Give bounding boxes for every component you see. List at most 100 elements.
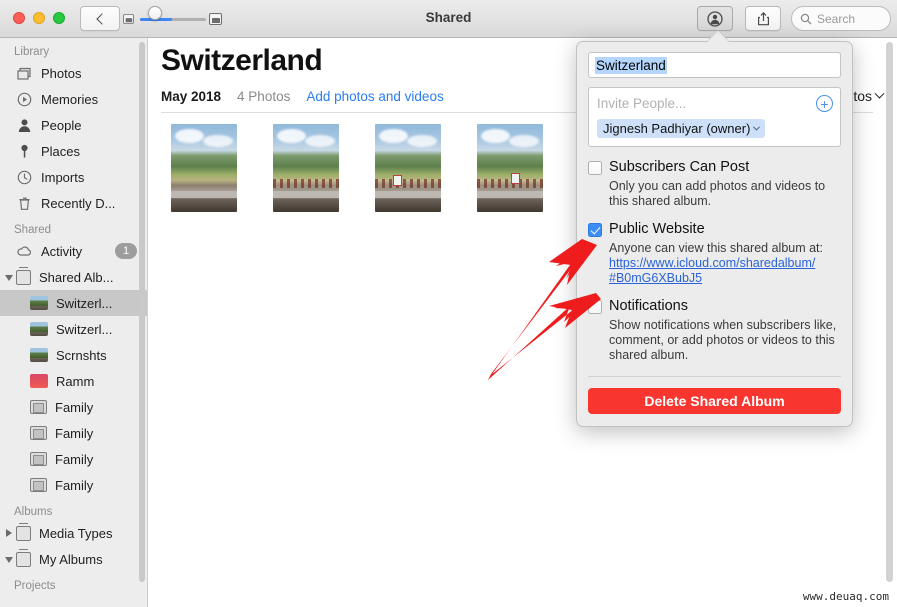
- sidebar-scrollbar[interactable]: [139, 42, 145, 582]
- subscribers-can-post-row[interactable]: Subscribers Can Post: [588, 159, 841, 176]
- cloud-shape: [480, 129, 510, 144]
- sidebar-item-label: Places: [41, 143, 81, 159]
- notifications-checkbox[interactable]: [588, 300, 602, 314]
- photo-thumbnail[interactable]: [273, 124, 339, 212]
- sidebar-section-projects: Projects: [14, 580, 56, 592]
- sidebar: Library Photos Memories People Places Im…: [0, 38, 148, 607]
- sidebar-item-label: Family: [55, 425, 94, 441]
- clock-icon: [16, 169, 33, 186]
- sidebar-item-family-2[interactable]: Family: [0, 420, 147, 446]
- sidebar-item-family-4[interactable]: Family: [0, 472, 147, 498]
- disclosure-triangle-icon[interactable]: [5, 275, 13, 281]
- invite-placeholder: Invite People...: [597, 96, 687, 111]
- search-field[interactable]: Search: [791, 6, 891, 31]
- delete-shared-album-button[interactable]: Delete Shared Album: [588, 388, 841, 414]
- sidebar-section-shared: Shared: [14, 224, 52, 236]
- sidebar-item-ramm[interactable]: Ramm: [0, 368, 147, 394]
- album-photo-count: 4 Photos: [237, 89, 291, 104]
- sidebar-item-label: Switzerl...: [56, 295, 113, 311]
- cloud-shape: [276, 129, 306, 144]
- page-title: Switzerland: [161, 44, 323, 77]
- chevron-down-icon: [874, 88, 885, 99]
- sidebar-item-label: Memories: [41, 91, 99, 107]
- photos-app-window: Shared Search Library Photos Memories Pe…: [0, 0, 897, 607]
- sidebar-item-imports[interactable]: Imports: [0, 164, 147, 190]
- people-toolbar-button[interactable]: [697, 6, 733, 31]
- sidebar-item-scrnshts[interactable]: Scrnshts: [0, 342, 147, 368]
- photo-thumbnail[interactable]: [375, 124, 441, 212]
- shared-albums-icon: [16, 266, 31, 285]
- album-name-input[interactable]: Switzerland: [588, 52, 841, 78]
- public-website-row[interactable]: Public Website: [588, 221, 841, 238]
- sidebar-section-albums: Albums: [14, 506, 53, 518]
- sidebar-item-label: Family: [55, 451, 94, 467]
- sign-shape: [511, 173, 521, 185]
- trash-icon: [16, 195, 33, 212]
- album-icon: [30, 478, 47, 492]
- sidebar-item-photos[interactable]: Photos: [0, 60, 147, 86]
- railing-shape: [375, 178, 441, 189]
- sidebar-item-my-albums[interactable]: My Albums: [0, 546, 147, 572]
- disclosure-triangle-icon[interactable]: [6, 529, 12, 537]
- subscribers-can-post-checkbox[interactable]: [588, 161, 602, 175]
- sidebar-item-places[interactable]: Places: [0, 138, 147, 164]
- invite-people-field[interactable]: Invite People... + Jignesh Padhiyar (own…: [588, 87, 841, 147]
- sidebar-item-memories[interactable]: Memories: [0, 86, 147, 112]
- cloud-shape: [378, 129, 408, 144]
- sidebar-item-family-3[interactable]: Family: [0, 446, 147, 472]
- album-icon: [30, 426, 47, 440]
- activity-badge: 1: [115, 243, 137, 259]
- sidebar-section-library: Library: [14, 46, 50, 58]
- public-website-url-line-2[interactable]: #B0mG6XBubJ5: [609, 271, 841, 286]
- album-icon: [30, 452, 47, 466]
- public-website-checkbox[interactable]: [588, 223, 602, 237]
- railing-shape: [273, 178, 339, 189]
- album-name-value: Switzerland: [595, 56, 667, 74]
- photos-icon: [16, 65, 33, 82]
- album-meta: May 2018 4 Photos Add photos and videos: [161, 89, 444, 104]
- road-shape: [477, 190, 543, 198]
- plus-circle-icon[interactable]: +: [816, 95, 833, 112]
- sidebar-item-recently-deleted[interactable]: Recently D...: [0, 190, 147, 216]
- sign-shape: [393, 175, 403, 187]
- sidebar-item-activity[interactable]: Activity 1: [0, 238, 147, 264]
- sidebar-item-label: Media Types: [39, 525, 113, 541]
- notifications-label: Notifications: [609, 298, 688, 314]
- cloud-shape: [508, 134, 540, 147]
- public-website-description-text: Anyone can view this shared album at:: [609, 241, 824, 255]
- cloud-icon: [16, 243, 33, 260]
- share-toolbar-button[interactable]: [745, 6, 781, 31]
- sidebar-item-family-1[interactable]: Family: [0, 394, 147, 420]
- sidebar-item-label: Ramm: [56, 373, 95, 389]
- photos-filter-label: tos: [853, 88, 872, 104]
- pin-icon: [16, 143, 33, 160]
- person-icon: [16, 117, 33, 134]
- photo-thumbnail[interactable]: [477, 124, 543, 212]
- owner-token[interactable]: Jignesh Padhiyar (owner): [597, 119, 766, 138]
- photo-thumbnail[interactable]: [171, 124, 237, 212]
- sidebar-item-shared-albums[interactable]: Shared Alb...: [0, 264, 147, 290]
- photos-filter-dropdown[interactable]: tos: [853, 88, 885, 104]
- popover-options: Subscribers Can Post Only you can add ph…: [577, 159, 852, 377]
- album-thumbnail-icon: [30, 348, 48, 362]
- public-website-url-line-1[interactable]: https://www.icloud.com/sharedalbum/: [609, 256, 841, 271]
- content-scrollbar[interactable]: [886, 42, 893, 582]
- cloud-shape: [406, 134, 438, 147]
- sidebar-item-media-types[interactable]: Media Types: [0, 520, 147, 546]
- notifications-row[interactable]: Notifications: [588, 298, 841, 315]
- public-website-label: Public Website: [609, 221, 705, 237]
- add-photos-and-videos-link[interactable]: Add photos and videos: [306, 89, 443, 104]
- notifications-description: Show notifications when subscribers like…: [609, 318, 837, 362]
- sidebar-item-people[interactable]: People: [0, 112, 147, 138]
- road-shape: [375, 190, 441, 198]
- popover-pointer: [707, 31, 729, 42]
- sidebar-item-label: People: [41, 117, 82, 133]
- road-shape: [171, 190, 237, 198]
- sidebar-item-label: My Albums: [39, 551, 103, 567]
- sidebar-item-switzerland-2[interactable]: Switzerl...: [0, 316, 147, 342]
- album-thumbnail-icon: [30, 374, 48, 388]
- sidebar-item-switzerland-1[interactable]: Switzerl...: [0, 290, 147, 316]
- disclosure-triangle-icon[interactable]: [5, 557, 13, 563]
- sidebar-item-label: Imports: [41, 169, 85, 185]
- owner-token-label: Jignesh Padhiyar (owner): [603, 121, 751, 136]
